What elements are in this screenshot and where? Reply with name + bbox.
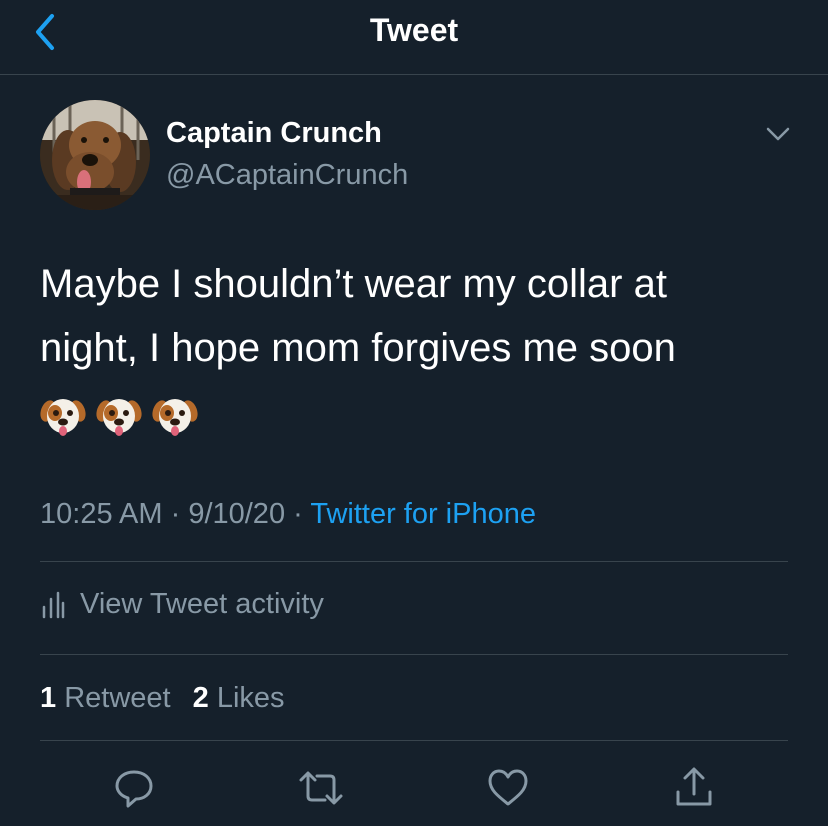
tweet-text-line: Maybe I shouldn’t wear my collar at bbox=[40, 262, 667, 306]
likes-count: 2 bbox=[192, 682, 209, 714]
page-title: Tweet bbox=[369, 12, 459, 48]
view-tweet-activity-label: View Tweet activity bbox=[80, 587, 324, 620]
divider bbox=[40, 654, 788, 655]
dog-avatar-image bbox=[40, 100, 150, 210]
tweet-date: 9/10/20 bbox=[188, 498, 286, 530]
dog-face-icon bbox=[40, 399, 86, 436]
meta-separator: · bbox=[162, 498, 189, 530]
reply-icon bbox=[115, 770, 153, 808]
more-options-button[interactable] bbox=[760, 120, 796, 150]
dog-face-icon bbox=[96, 399, 142, 436]
divider bbox=[40, 561, 788, 562]
tweet-time: 10:25 AM bbox=[40, 498, 163, 530]
retweets-label: Retweet bbox=[64, 682, 171, 714]
tweet-text-line: night, I hope mom forgives me soon bbox=[40, 326, 676, 370]
tweet-text: Maybe I shouldn’t wear my collar at nigh… bbox=[40, 252, 800, 380]
likes-stat[interactable]: 2 Likes bbox=[193, 682, 285, 714]
like-button[interactable] bbox=[484, 764, 532, 812]
top-bar: Tweet bbox=[0, 0, 828, 75]
divider bbox=[40, 740, 788, 741]
view-tweet-activity-button[interactable]: View Tweet activity bbox=[40, 584, 324, 624]
retweets-count: 1 bbox=[40, 682, 57, 714]
activity-chart-icon bbox=[42, 591, 65, 619]
likes-label: Likes bbox=[216, 682, 285, 714]
tweet-meta: 10:25 AM · 9/10/20 · Twitter for iPhone bbox=[40, 494, 536, 534]
share-button[interactable] bbox=[670, 764, 718, 812]
avatar[interactable] bbox=[40, 100, 150, 210]
author-name[interactable]: Captain Crunch bbox=[166, 114, 382, 152]
share-icon bbox=[676, 767, 712, 806]
chevron-down-icon bbox=[766, 127, 790, 141]
retweet-button[interactable] bbox=[297, 764, 345, 812]
retweet-icon bbox=[299, 771, 343, 805]
tweet-source-link[interactable]: Twitter for iPhone bbox=[310, 498, 536, 530]
emoji-row bbox=[40, 394, 198, 440]
dog-face-icon bbox=[152, 399, 198, 436]
meta-separator: · bbox=[285, 498, 311, 530]
author-handle[interactable]: @ACaptainCrunch bbox=[166, 156, 408, 194]
tweet-stats: 1 Retweet 2 Likes bbox=[40, 678, 299, 718]
retweets-stat[interactable]: 1 Retweet bbox=[40, 682, 171, 714]
reply-button[interactable] bbox=[110, 764, 158, 812]
heart-icon bbox=[488, 769, 528, 806]
